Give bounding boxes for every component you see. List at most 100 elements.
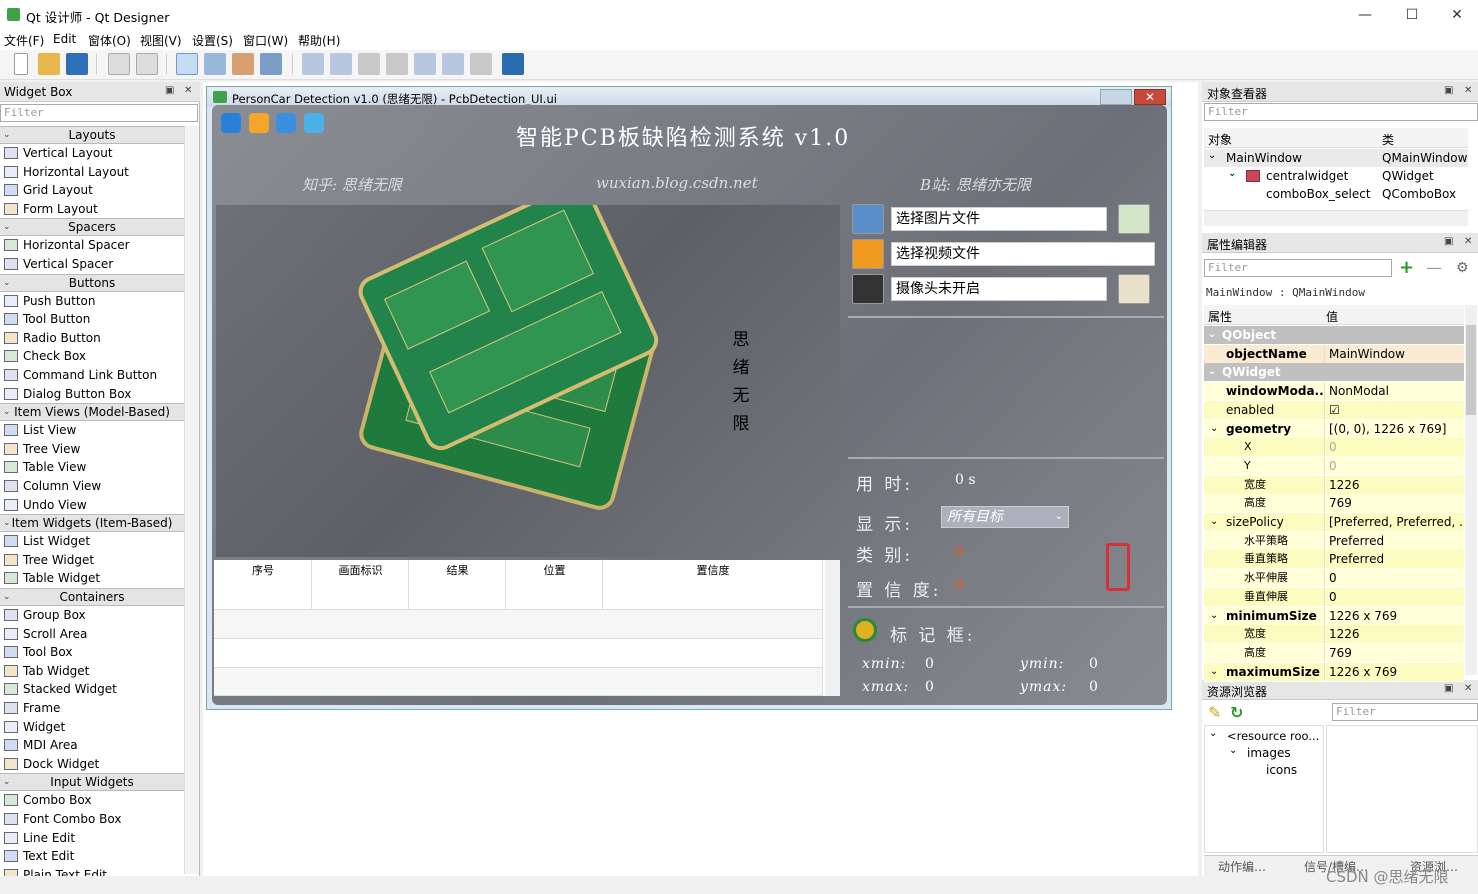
object-filter[interactable]: Filter	[1204, 103, 1478, 121]
property-row[interactable]: 高度 769	[1204, 643, 1464, 663]
widget-item[interactable]: Horizontal Layout	[0, 163, 184, 181]
property-row[interactable]: geometry [(0, 0), 1226 x 769] ⌄	[1204, 419, 1464, 439]
tab-action-editor[interactable]: 动作编…	[1218, 858, 1266, 875]
chat-icon[interactable]	[304, 113, 324, 133]
widget-item[interactable]: Line Edit	[0, 829, 184, 847]
edit-widgets-icon[interactable]	[176, 53, 198, 75]
close-icon[interactable]: ✕	[1464, 683, 1472, 694]
form-close-button[interactable]: ✕	[1134, 89, 1166, 105]
chevron-down-icon[interactable]: ⌄	[1210, 420, 1218, 438]
property-row[interactable]: minimumSize 1226 x 769 ⌄	[1204, 606, 1464, 626]
property-value[interactable]: 1226 x 769	[1324, 662, 1464, 681]
layout-h-splitter-icon[interactable]	[358, 53, 380, 75]
select-video-button[interactable]: 选择视频文件	[891, 242, 1155, 266]
widget-item[interactable]: Vertical Spacer	[0, 255, 184, 273]
minimize-button[interactable]: —	[1342, 4, 1388, 26]
property-scrollbar[interactable]	[1465, 305, 1477, 675]
edit-buddies-icon[interactable]	[232, 53, 254, 75]
widget-category[interactable]: ⌄ Item Widgets (Item-Based)	[0, 514, 184, 533]
property-value[interactable]: 769	[1324, 494, 1464, 513]
widget-item[interactable]: Frame	[0, 699, 184, 717]
table-header-position[interactable]: 位置	[506, 562, 603, 578]
property-value[interactable]: 0	[1324, 456, 1464, 475]
property-row[interactable]: 高度 769	[1204, 494, 1464, 514]
widget-item[interactable]: Form Layout	[0, 200, 184, 218]
widget-item[interactable]: Dock Widget	[0, 755, 184, 773]
widget-item[interactable]: Tree Widget	[0, 551, 184, 569]
widget-item[interactable]: Combo Box	[0, 791, 184, 809]
image-file-icon[interactable]	[852, 204, 884, 234]
widget-item[interactable]: Push Button	[0, 292, 184, 310]
resource-images[interactable]: images	[1247, 746, 1291, 760]
property-value[interactable]: 1226	[1324, 475, 1464, 494]
property-row[interactable]: X0	[1204, 438, 1464, 458]
menu-file[interactable]: 文件(F)	[4, 32, 44, 49]
edit-signals-slots-icon[interactable]	[204, 53, 226, 75]
property-value[interactable]: 769	[1324, 643, 1464, 662]
widget-item[interactable]: List View	[0, 421, 184, 439]
property-row[interactable]: QObject ⌄	[1204, 326, 1464, 345]
property-value[interactable]: Preferred	[1324, 550, 1464, 569]
property-value[interactable]: 0	[1324, 438, 1464, 457]
save-icon[interactable]	[66, 53, 88, 75]
configure-icon[interactable]: ⚙	[1456, 259, 1469, 277]
col-value[interactable]: 值	[1326, 308, 1338, 325]
close-icon[interactable]: ✕	[1464, 236, 1472, 247]
property-row[interactable]: 水平伸展 0	[1204, 569, 1464, 589]
widget-item[interactable]: Table View	[0, 458, 184, 476]
property-row[interactable]: 垂直策略 Preferred	[1204, 550, 1464, 570]
remove-property-icon[interactable]: —	[1426, 259, 1442, 277]
widget-category[interactable]: ⌄ Layouts	[0, 126, 184, 144]
layout-grid-icon[interactable]	[414, 53, 436, 75]
maximize-button[interactable]: ☐	[1389, 4, 1435, 26]
table-header-frame[interactable]: 画面标识	[312, 562, 409, 578]
property-row[interactable]: 垂直伸展 0	[1204, 587, 1464, 607]
table-header-confidence[interactable]: 置信度	[603, 562, 823, 578]
menu-window[interactable]: 窗口(W)	[243, 32, 288, 49]
widget-box-scrollbar[interactable]	[184, 126, 199, 874]
select-image-button[interactable]: 选择图片文件	[891, 207, 1107, 231]
property-value[interactable]: MainWindow	[1324, 344, 1464, 363]
widget-item[interactable]: Scroll Area	[0, 625, 184, 643]
chevron-down-icon[interactable]: ⌄	[1210, 607, 1218, 625]
col-property[interactable]: 属性	[1208, 308, 1232, 325]
property-row[interactable]: 宽度 1226	[1204, 475, 1464, 495]
property-row[interactable]: 宽度 1226	[1204, 625, 1464, 645]
widget-item[interactable]: Command Link Button	[0, 366, 184, 384]
property-row[interactable]: enabled ☑	[1204, 400, 1464, 420]
widget-category[interactable]: ⌄ Buttons	[0, 273, 184, 292]
settings-icon[interactable]	[249, 113, 269, 133]
close-button[interactable]: ✕	[1434, 4, 1478, 26]
chevron-down-icon[interactable]: ⌄	[1208, 326, 1216, 344]
widget-item[interactable]: Radio Button	[0, 329, 184, 347]
send-to-back-icon[interactable]	[108, 53, 130, 75]
property-filter[interactable]: Filter	[1204, 259, 1392, 277]
widget-box-filter[interactable]: Filter	[0, 104, 198, 122]
user-icon[interactable]	[276, 113, 296, 133]
break-layout-icon[interactable]	[470, 53, 492, 75]
widget-item[interactable]: Tab Widget	[0, 662, 184, 680]
property-row[interactable]: maximumSize 1226 x 769 ⌄	[1204, 662, 1464, 682]
object-hscrollbar[interactable]	[1204, 210, 1468, 226]
widget-item[interactable]: Horizontal Spacer	[0, 236, 184, 254]
widget-item[interactable]: Font Combo Box	[0, 810, 184, 828]
property-row[interactable]: 水平策略 Preferred	[1204, 531, 1464, 551]
widget-item[interactable]: Table Widget	[0, 569, 184, 587]
property-value[interactable]: [Preferred, Preferred, ...	[1324, 513, 1464, 531]
chevron-down-icon[interactable]: ⌄	[1208, 363, 1216, 381]
menu-settings[interactable]: 设置(S)	[192, 32, 233, 49]
object-row[interactable]: comboBox_select QComboBox	[1204, 185, 1468, 203]
widget-item[interactable]: Group Box	[0, 606, 184, 624]
menu-view[interactable]: 视图(V)	[140, 32, 182, 49]
widget-item[interactable]: Stacked Widget	[0, 680, 184, 698]
property-value[interactable]: 1226 x 769	[1324, 606, 1464, 625]
chevron-down-icon[interactable]: ⌄	[1210, 513, 1218, 531]
property-row[interactable]: Y0	[1204, 456, 1464, 476]
bring-to-front-icon[interactable]	[136, 53, 158, 75]
property-value[interactable]: [(0, 0), 1226 x 769]	[1324, 419, 1464, 438]
ai-icon[interactable]	[1118, 274, 1150, 304]
widget-item[interactable]: Grid Layout	[0, 181, 184, 199]
edit-resources-icon[interactable]: ✎	[1208, 703, 1221, 722]
widget-category[interactable]: ⌄ Item Views (Model-Based)	[0, 403, 184, 422]
menu-edit[interactable]: Edit	[53, 32, 76, 46]
